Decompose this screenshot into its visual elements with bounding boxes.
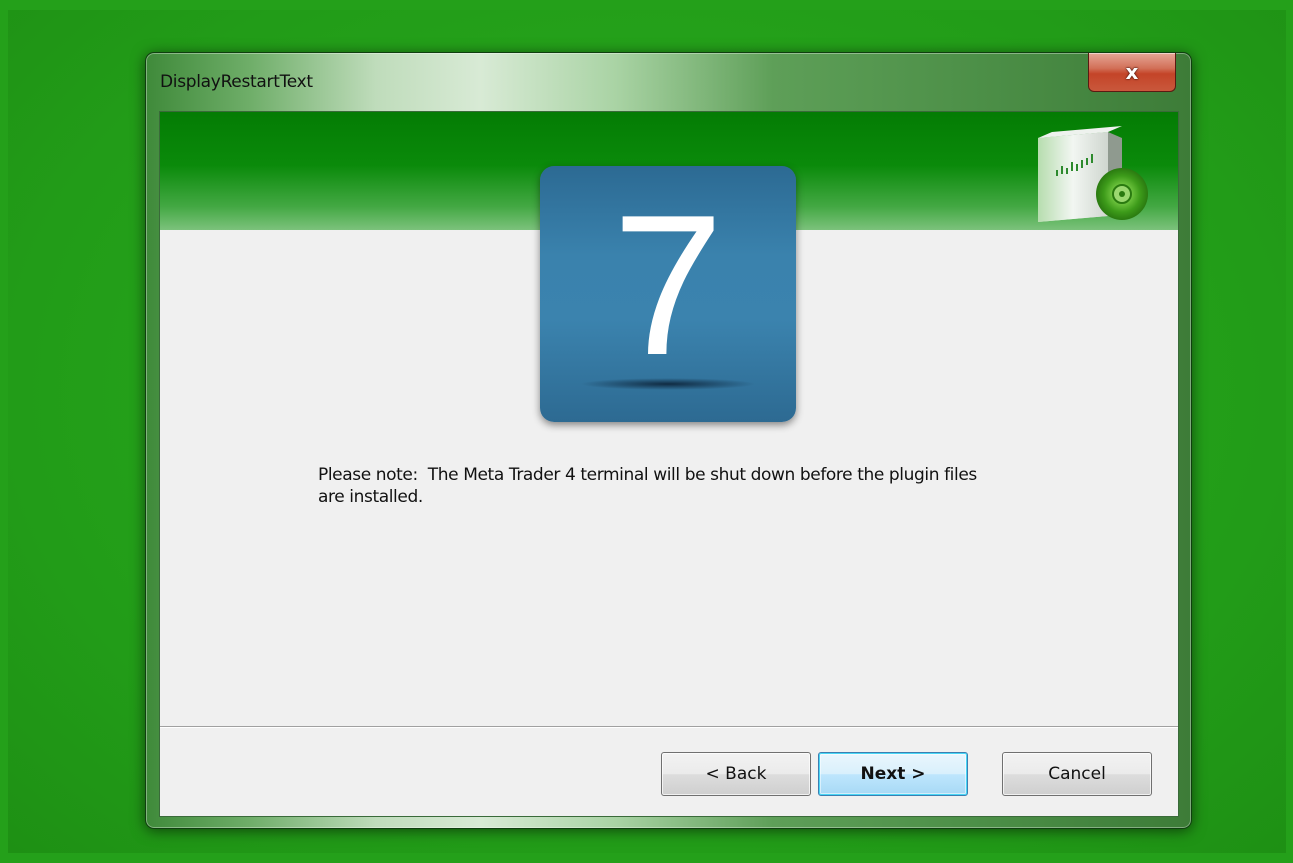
title-bar[interactable]: DisplayRestartText x — [146, 53, 1191, 111]
next-button[interactable]: Next > — [818, 752, 968, 796]
installer-dialog: DisplayRestartText x 7 Please note: The … — [145, 52, 1192, 829]
close-button[interactable]: x — [1088, 53, 1176, 92]
step-number-tile: 7 — [540, 166, 796, 422]
tile-shadow-decoration — [580, 378, 756, 390]
window-title: DisplayRestartText — [160, 72, 313, 92]
cancel-button[interactable]: Cancel — [1002, 752, 1152, 796]
dialog-client-area: 7 Please note: The Meta Trader 4 termina… — [159, 111, 1179, 817]
software-box-with-cd-icon — [1030, 124, 1150, 224]
back-button[interactable]: < Back — [661, 752, 811, 796]
step-number: 7 — [612, 174, 724, 397]
close-icon: x — [1125, 60, 1139, 84]
restart-notice-text: Please note: The Meta Trader 4 terminal … — [318, 465, 977, 507]
button-area-separator — [160, 726, 1178, 728]
